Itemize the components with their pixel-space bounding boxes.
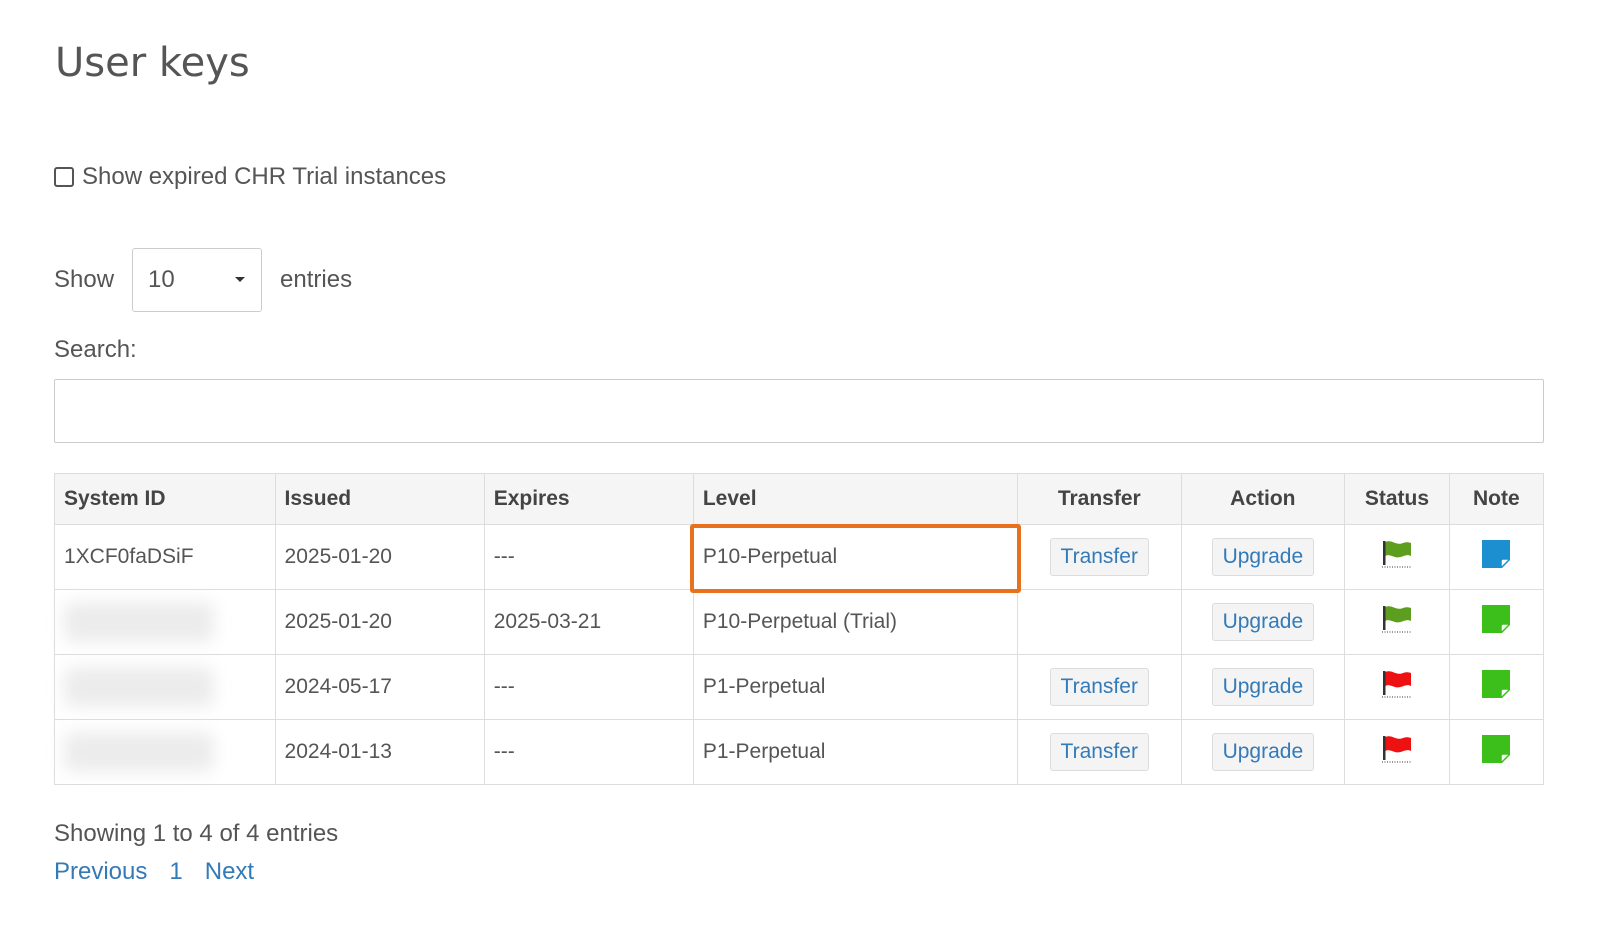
- table-info: Showing 1 to 4 of 4 entries: [54, 820, 339, 847]
- green-flag-icon[interactable]: [1380, 604, 1414, 634]
- red-flag-icon[interactable]: [1380, 669, 1414, 699]
- table-row: 2025-01-20 2025-03-21 P10-Perpetual (Tri…: [54, 589, 1545, 655]
- cell-level: P10-Perpetual: [689, 524, 1021, 593]
- table-header-row: System ID Issued Expires Level Transfer …: [54, 473, 1545, 525]
- show-expired-checkbox[interactable]: [54, 167, 74, 187]
- transfer-button[interactable]: Transfer: [1049, 668, 1149, 706]
- blurred-system-id: [64, 667, 214, 707]
- cell-action: Upgrade: [1180, 654, 1346, 720]
- cell-system-id: 1XCF0faDSiF: [54, 524, 276, 590]
- entries-select[interactable]: 10: [132, 248, 263, 312]
- cell-note: [1448, 589, 1545, 655]
- upgrade-button[interactable]: Upgrade: [1211, 733, 1315, 771]
- search-input[interactable]: [54, 379, 1544, 443]
- green-note-icon[interactable]: [1482, 605, 1511, 633]
- header-action[interactable]: Action: [1180, 473, 1346, 525]
- cell-status: [1344, 654, 1450, 720]
- table-row: 2024-01-13 --- P1-Perpetual Transfer Upg…: [54, 719, 1545, 785]
- cell-note: [1448, 524, 1545, 590]
- show-label: Show: [54, 266, 115, 293]
- cell-expires: ---: [483, 654, 694, 720]
- green-note-icon[interactable]: [1482, 735, 1511, 763]
- blurred-system-id: [64, 732, 214, 772]
- cell-action: Upgrade: [1180, 524, 1346, 590]
- caret-down-icon: [235, 277, 246, 282]
- show-expired-label: Show expired CHR Trial instances: [82, 163, 447, 190]
- previous-link[interactable]: Previous: [54, 858, 147, 886]
- header-status[interactable]: Status: [1344, 473, 1450, 525]
- transfer-button[interactable]: Transfer: [1049, 733, 1149, 771]
- cell-note: [1448, 719, 1545, 785]
- header-system-id[interactable]: System ID: [54, 473, 276, 525]
- cell-issued: 2025-01-20: [274, 589, 485, 655]
- upgrade-button[interactable]: Upgrade: [1211, 668, 1315, 706]
- cell-level: P1-Perpetual: [692, 719, 1018, 785]
- user-keys-page: User keys Show expired CHR Trial instanc…: [0, 0, 1600, 930]
- upgrade-button[interactable]: Upgrade: [1211, 538, 1315, 576]
- pagination: Previous 1 Next: [54, 858, 254, 886]
- red-flag-icon[interactable]: [1380, 734, 1414, 764]
- cell-expires: 2025-03-21: [483, 589, 694, 655]
- cell-system-id: [54, 719, 276, 785]
- cell-transfer: Transfer: [1016, 524, 1182, 590]
- blue-note-icon[interactable]: [1482, 540, 1511, 568]
- show-expired-toggle[interactable]: Show expired CHR Trial instances: [54, 163, 446, 191]
- cell-transfer: [1016, 589, 1182, 655]
- cell-level: P1-Perpetual: [692, 654, 1018, 720]
- cell-issued: 2024-05-17: [274, 654, 485, 720]
- cell-status: [1344, 524, 1450, 590]
- cell-issued: 2024-01-13: [274, 719, 485, 785]
- search-label: Search:: [54, 336, 137, 363]
- blurred-system-id: [64, 602, 214, 642]
- cell-system-id: [54, 589, 276, 655]
- cell-system-id: [54, 654, 276, 720]
- cell-transfer: Transfer: [1016, 719, 1182, 785]
- header-level[interactable]: Level: [692, 473, 1018, 525]
- table-row: 1XCF0faDSiF 2025-01-20 --- P10-Perpetual…: [54, 524, 1545, 593]
- cell-level-text: P10-Perpetual: [702, 545, 838, 568]
- header-expires[interactable]: Expires: [483, 473, 694, 525]
- upgrade-button[interactable]: Upgrade: [1211, 603, 1315, 641]
- cell-expires: ---: [483, 524, 694, 590]
- cell-note: [1448, 654, 1545, 720]
- user-keys-table: System ID Issued Expires Level Transfer …: [54, 473, 1545, 785]
- cell-issued: 2025-01-20: [274, 524, 485, 590]
- cell-level: P10-Perpetual (Trial): [692, 589, 1018, 655]
- entries-length: Show 10 entries: [54, 248, 352, 312]
- transfer-button[interactable]: Transfer: [1049, 538, 1149, 576]
- page-link-1[interactable]: 1: [169, 858, 182, 886]
- cell-action: Upgrade: [1180, 589, 1346, 655]
- next-link[interactable]: Next: [205, 858, 254, 886]
- header-issued[interactable]: Issued: [274, 473, 485, 525]
- cell-action: Upgrade: [1180, 719, 1346, 785]
- header-transfer[interactable]: Transfer: [1016, 473, 1182, 525]
- cell-expires: ---: [483, 719, 694, 785]
- table-row: 2024-05-17 --- P1-Perpetual Transfer Upg…: [54, 654, 1545, 720]
- cell-status: [1344, 589, 1450, 655]
- green-flag-icon[interactable]: [1380, 539, 1414, 569]
- page-title: User keys: [55, 40, 250, 86]
- entries-select-value: 10: [148, 266, 175, 293]
- cell-transfer: Transfer: [1016, 654, 1182, 720]
- cell-status: [1344, 719, 1450, 785]
- green-note-icon[interactable]: [1482, 670, 1511, 698]
- header-note[interactable]: Note: [1448, 473, 1545, 525]
- entries-label: entries: [280, 266, 353, 293]
